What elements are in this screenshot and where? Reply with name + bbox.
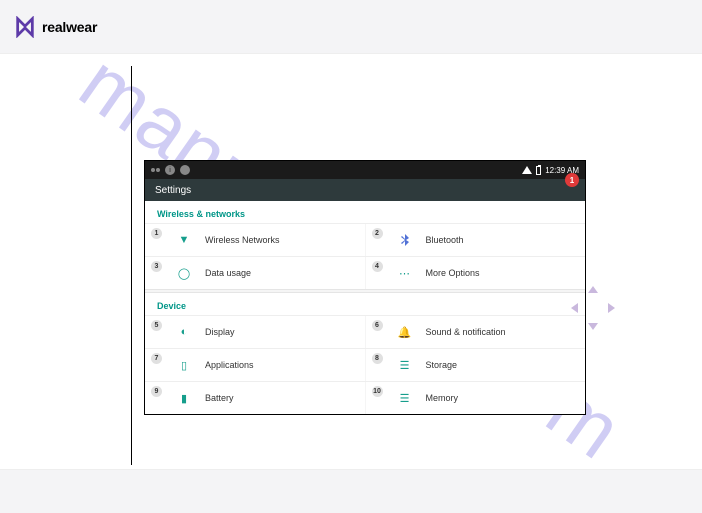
item-label: Bluetooth [426, 235, 464, 245]
device-screenshot: i 12:39 AM Settings 1 Wireless & network… [144, 160, 586, 415]
item-label: Memory [426, 393, 459, 403]
item-label: Applications [205, 360, 254, 370]
status-icon [180, 165, 190, 175]
display-icon: ◐ [177, 325, 191, 339]
item-number: 4 [372, 261, 383, 272]
item-number: 6 [372, 320, 383, 331]
bluetooth-icon [398, 233, 412, 247]
setting-bluetooth[interactable]: 2 Bluetooth [366, 224, 586, 256]
item-label: More Options [426, 268, 480, 278]
section-header-networks: Wireless & networks [145, 201, 585, 223]
settings-body: Wireless & networks 1 ▼ Wireless Network… [145, 201, 585, 414]
item-label: Wireless Networks [205, 235, 280, 245]
more-icon: ⋯ [398, 266, 412, 280]
item-label: Battery [205, 393, 234, 403]
section-header-device: Device [145, 293, 585, 315]
setting-memory[interactable]: 10 ☰ Memory [366, 382, 586, 414]
item-number: 3 [151, 261, 162, 272]
bell-icon: 🔔 [398, 325, 412, 339]
item-number: 8 [372, 353, 383, 364]
setting-wireless-networks[interactable]: 1 ▼ Wireless Networks [145, 224, 366, 256]
page-header: realwear [0, 0, 702, 54]
setting-applications[interactable]: 7 ▯ Applications [145, 349, 366, 381]
battery-icon: ▮ [177, 391, 191, 405]
battery-icon [536, 166, 541, 175]
brand-logo: realwear [14, 16, 97, 38]
brand-name: realwear [42, 19, 97, 35]
page-footer [0, 469, 702, 513]
memory-icon: ☰ [398, 391, 412, 405]
setting-battery[interactable]: 9 ▮ Battery [145, 382, 366, 414]
item-number: 5 [151, 320, 162, 331]
item-number: 2 [372, 228, 383, 239]
settings-title-bar: Settings 1 [145, 179, 585, 201]
info-icon: i [165, 165, 175, 175]
dpad-up-icon [588, 286, 598, 293]
setting-display[interactable]: 5 ◐ Display [145, 316, 366, 348]
item-label: Display [205, 327, 235, 337]
setting-storage[interactable]: 8 ☰ Storage [366, 349, 586, 381]
wifi-icon [522, 166, 532, 174]
logo-icon [14, 16, 36, 38]
item-label: Data usage [205, 268, 251, 278]
item-number: 7 [151, 353, 162, 364]
status-left-icons: i [151, 165, 190, 175]
dpad-down-icon [588, 323, 598, 330]
wifi-icon: ▼ [177, 233, 191, 247]
setting-sound[interactable]: 6 🔔 Sound & notification [366, 316, 586, 348]
storage-icon: ☰ [398, 358, 412, 372]
setting-more-options[interactable]: 4 ⋯ More Options [366, 257, 586, 289]
screen-title: Settings [155, 185, 191, 196]
item-number: 9 [151, 386, 162, 397]
apps-icon: ▯ [177, 358, 191, 372]
setting-data-usage[interactable]: 3 ◯ Data usage [145, 257, 366, 289]
item-number: 10 [372, 386, 383, 397]
vertical-divider [131, 66, 132, 465]
notification-badge: 1 [565, 173, 579, 187]
item-label: Sound & notification [426, 327, 506, 337]
dpad-right-icon [608, 303, 615, 313]
item-number: 1 [151, 228, 162, 239]
android-status-bar: i 12:39 AM [145, 161, 585, 179]
data-usage-icon: ◯ [177, 266, 191, 280]
item-label: Storage [426, 360, 458, 370]
